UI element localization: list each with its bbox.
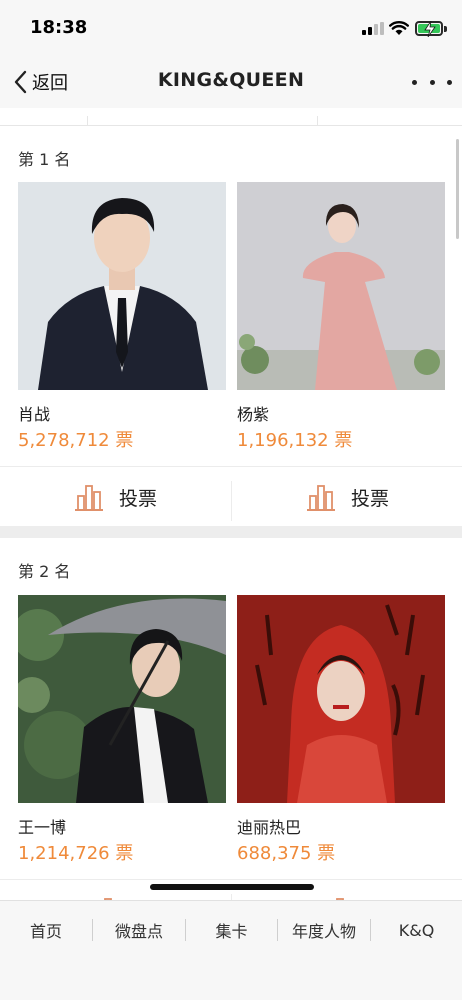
rank-label: 第 2 名: [18, 562, 71, 581]
home-indicator[interactable]: [150, 884, 314, 890]
rank-label: 第 1 名: [18, 150, 71, 169]
candidate-name: 迪丽热巴: [237, 818, 302, 837]
tab-bar: 首页 微盘点 集卡 年度人物 K&Q: [0, 900, 462, 1000]
tab-annual-figures[interactable]: 年度人物: [278, 901, 370, 959]
page-title: KING&QUEEN: [157, 69, 305, 91]
tab-jika[interactable]: 集卡: [186, 901, 277, 959]
battery-charging-icon: [415, 21, 443, 37]
more-dots-icon[interactable]: [412, 74, 452, 90]
rank-section-2: 第 2 名 王一博 1,214,726 票 迪丽热巴 688,375 票: [0, 538, 462, 900]
candidate-card[interactable]: 肖战 5,278,712 票: [18, 182, 226, 451]
section-separator: [0, 526, 462, 538]
tab-kq[interactable]: K&Q: [371, 901, 462, 959]
rank-section-1: 第 1 名 肖战 5,278,712 票 杨紫 1,196,132 票 投票 投…: [0, 108, 462, 528]
bar-chart-icon: [74, 485, 103, 511]
status-bar: 18:38: [0, 0, 462, 56]
bar-chart-icon: [306, 485, 335, 511]
vote-label: 投票: [118, 487, 157, 510]
vote-count: 1,214,726 票: [18, 843, 134, 864]
candidate-card[interactable]: 迪丽热巴 688,375 票: [237, 595, 445, 864]
candidate-name: 杨紫: [237, 405, 270, 424]
vote-button[interactable]: [232, 880, 462, 900]
vote-count: 1,196,132 票: [237, 430, 353, 451]
vote-button[interactable]: 投票: [232, 467, 462, 527]
candidate-name: 王一博: [18, 818, 67, 837]
signal-icon: [362, 22, 384, 35]
vote-button[interactable]: 投票: [0, 467, 230, 527]
vote-label: 投票: [350, 487, 389, 510]
tab-home[interactable]: 首页: [0, 901, 92, 959]
content: 第 1 名 肖战 5,278,712 票 杨紫 1,196,132 票 投票 投…: [0, 108, 462, 900]
vote-count: 5,278,712 票: [18, 430, 134, 451]
candidate-photo[interactable]: [237, 595, 445, 803]
candidate-photo[interactable]: [237, 182, 445, 390]
nav-bar: 返回 KING&QUEEN: [0, 56, 462, 108]
vote-count: 688,375 票: [237, 843, 336, 864]
candidate-card[interactable]: 杨紫 1,196,132 票: [237, 182, 445, 451]
battery-cap: [444, 26, 447, 32]
wifi-icon: [389, 21, 409, 35]
status-time: 18:38: [30, 17, 88, 38]
candidate-card[interactable]: 王一博 1,214,726 票: [18, 595, 226, 864]
candidate-photo[interactable]: [18, 182, 226, 390]
candidate-name: 肖战: [18, 405, 51, 424]
vote-button[interactable]: [0, 880, 230, 900]
candidate-photo[interactable]: [18, 595, 226, 803]
tab-weipandian[interactable]: 微盘点: [93, 901, 185, 959]
vote-row: 投票 投票: [0, 466, 462, 526]
